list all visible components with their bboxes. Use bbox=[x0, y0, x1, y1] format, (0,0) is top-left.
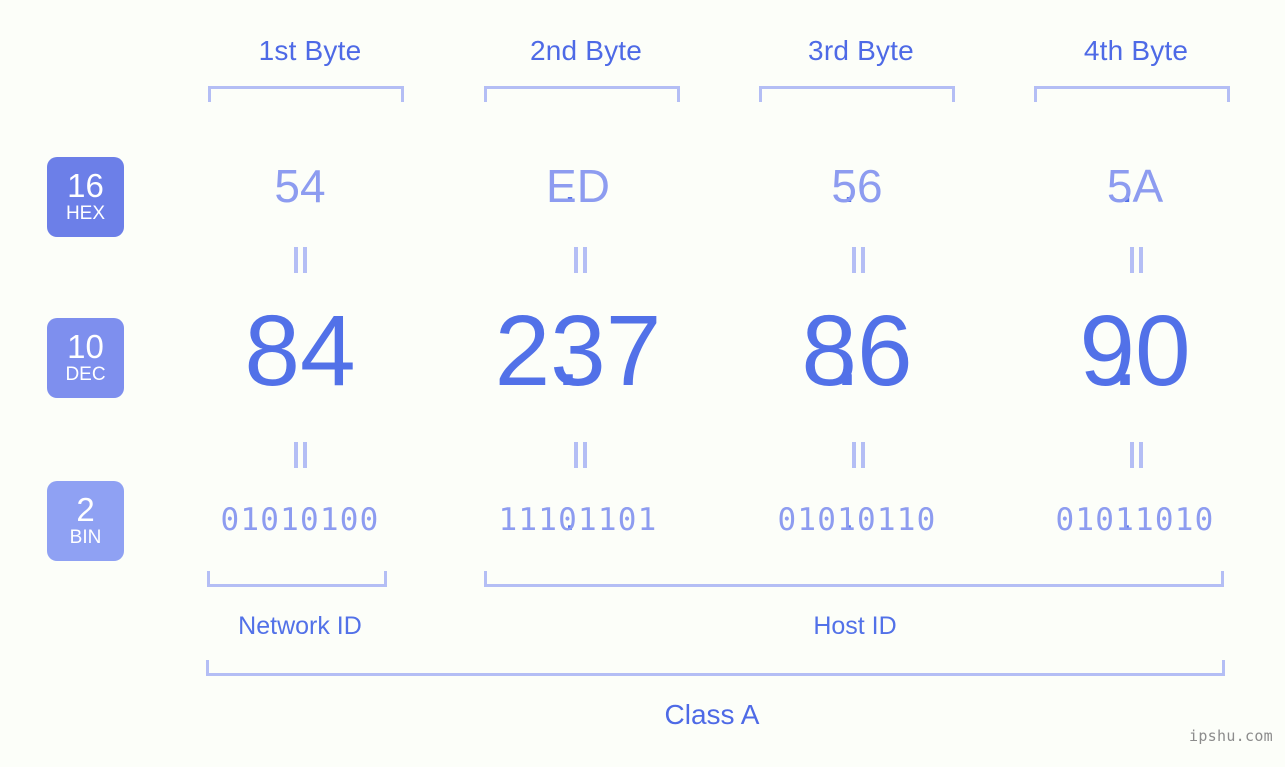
equals-connector-dec-bin-1 bbox=[290, 442, 310, 468]
dec-octet-4: 90 bbox=[1079, 295, 1191, 407]
ip-address-breakdown-diagram: 1st Byte 2nd Byte 3rd Byte 4th Byte 16 H… bbox=[0, 0, 1285, 767]
radix-badge-dec-name: DEC bbox=[65, 364, 106, 385]
radix-badge-bin-name: BIN bbox=[69, 527, 102, 548]
bin-octet-2: 11101101 bbox=[498, 502, 658, 538]
host-id-label: Host ID bbox=[813, 612, 897, 640]
class-label: Class A bbox=[664, 699, 760, 730]
byte-header-4: 4th Byte bbox=[1083, 35, 1189, 66]
byte-bracket-top-3 bbox=[759, 86, 955, 102]
hex-octet-2: ED bbox=[546, 160, 610, 212]
radix-badge-bin: 2 BIN bbox=[47, 481, 124, 561]
byte-bracket-top-1 bbox=[208, 86, 404, 102]
dec-octet-2: 237 bbox=[494, 295, 662, 407]
class-bracket bbox=[206, 660, 1225, 676]
radix-badge-dec: 10 DEC bbox=[47, 318, 124, 398]
network-id-bracket bbox=[207, 571, 387, 587]
radix-badge-dec-number: 10 bbox=[67, 328, 104, 365]
equals-connector-dec-bin-3 bbox=[848, 442, 868, 468]
equals-connector-dec-bin-4 bbox=[1126, 442, 1146, 468]
equals-connector-hex-dec-4 bbox=[1126, 247, 1146, 273]
byte-header-3: 3rd Byte bbox=[808, 35, 914, 66]
equals-connector-hex-dec-3 bbox=[848, 247, 868, 273]
hex-octet-4: 5A bbox=[1106, 160, 1164, 212]
bin-octet-4: 01011010 bbox=[1055, 502, 1215, 538]
byte-header-2: 2nd Byte bbox=[529, 35, 643, 66]
equals-connector-dec-bin-2 bbox=[570, 442, 590, 468]
byte-header-1: 1st Byte bbox=[258, 35, 362, 66]
bin-octet-1: 01010100 bbox=[220, 502, 380, 538]
equals-connector-hex-dec-1 bbox=[290, 247, 310, 273]
radix-badge-hex-name: HEX bbox=[65, 203, 106, 224]
byte-bracket-top-4 bbox=[1034, 86, 1230, 102]
equals-connector-hex-dec-2 bbox=[570, 247, 590, 273]
dec-octet-1: 84 bbox=[244, 295, 356, 407]
hex-octet-3: 56 bbox=[831, 160, 883, 212]
host-id-bracket bbox=[484, 571, 1224, 587]
byte-bracket-top-2 bbox=[484, 86, 680, 102]
site-watermark: ipshu.com bbox=[1189, 727, 1273, 745]
radix-badge-hex-number: 16 bbox=[67, 167, 104, 204]
dec-octet-3: 86 bbox=[801, 295, 913, 407]
hex-octet-1: 54 bbox=[274, 160, 326, 212]
radix-badge-bin-number: 2 bbox=[76, 491, 95, 528]
network-id-label: Network ID bbox=[238, 612, 362, 640]
radix-badge-hex: 16 HEX bbox=[47, 157, 124, 237]
bin-octet-3: 01010110 bbox=[777, 502, 937, 538]
